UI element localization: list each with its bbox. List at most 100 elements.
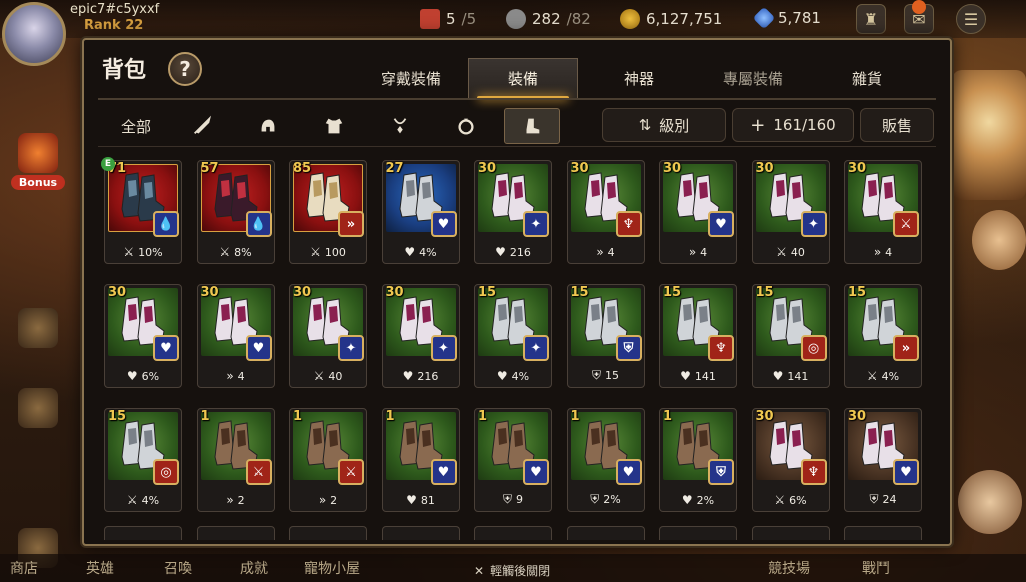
item-slot-partial[interactable] bbox=[659, 526, 737, 540]
main-stat: ♥ 141 bbox=[753, 369, 829, 383]
expand-capacity-button[interactable]: + 161/160 bbox=[732, 108, 854, 142]
player-rank: Rank 22 bbox=[84, 18, 144, 33]
nav-heroes[interactable]: 英雄 bbox=[86, 558, 114, 578]
hero-portrait-bottom-right[interactable] bbox=[958, 470, 1022, 534]
item-slot[interactable]: 30 ♆ ⚔ 6% bbox=[751, 408, 830, 512]
main-stat: ⛨ 2% bbox=[568, 492, 644, 507]
item-slot[interactable]: 30 ✦ ♥ 216 bbox=[381, 284, 460, 388]
item-level: 30 bbox=[663, 161, 682, 176]
item-slot[interactable]: 1 ♥ ♥ 81 bbox=[381, 408, 460, 512]
item-slot-partial[interactable] bbox=[381, 526, 460, 540]
stat-value: 8% bbox=[234, 245, 252, 259]
item-level: 1 bbox=[663, 409, 673, 424]
stat-value: 4% bbox=[419, 245, 437, 259]
item-slot[interactable]: 1 ⚔ » 2 bbox=[289, 408, 367, 512]
main-stat: ♥ 81 bbox=[383, 493, 459, 507]
item-slot[interactable]: 15 ◎ ♥ 141 bbox=[751, 284, 830, 388]
sort-label: 級別 bbox=[659, 116, 690, 135]
boots-icon bbox=[526, 118, 540, 134]
close-hint[interactable]: ✕ 輕觸後關閉 bbox=[474, 562, 550, 579]
nav-summon[interactable]: 召喚 bbox=[164, 558, 192, 578]
item-slot-partial[interactable] bbox=[196, 526, 275, 540]
item-slot-partial[interactable] bbox=[566, 526, 645, 540]
player-avatar[interactable] bbox=[2, 2, 66, 66]
set-icon: ✦ bbox=[523, 211, 549, 237]
main-stat: ♥ 216 bbox=[475, 245, 551, 259]
resource-skystone[interactable]: 5,781 bbox=[752, 6, 821, 30]
filter-weapon[interactable] bbox=[174, 108, 230, 144]
stat-value: 4 bbox=[700, 245, 708, 259]
item-slot[interactable]: 1 ♥ ⛨ 2% bbox=[566, 408, 645, 512]
item-slot[interactable]: 15 ✦ ♥ 4% bbox=[474, 284, 552, 388]
filter-armor[interactable] bbox=[306, 108, 362, 144]
stat-icon: ♥ bbox=[404, 245, 416, 259]
tab-misc[interactable]: 雜貨 bbox=[812, 58, 922, 98]
item-slot[interactable]: 15 ⛨ ⛨ 15 bbox=[566, 284, 645, 388]
item-slot-partial[interactable] bbox=[289, 526, 367, 540]
item-slot[interactable]: 71 E 💧 ⚔ 10% bbox=[101, 157, 182, 264]
item-slot[interactable]: 1 ♥ ⛨ 9 bbox=[474, 408, 552, 512]
stat-value: 2% bbox=[603, 493, 621, 506]
item-slot[interactable]: 15 ♆ ♥ 141 bbox=[659, 284, 737, 388]
help-button[interactable]: ? bbox=[168, 52, 202, 86]
nav-arena[interactable]: 競技場 bbox=[768, 558, 810, 578]
coin-icon bbox=[620, 9, 640, 29]
nav-achievements[interactable]: 成就 bbox=[240, 558, 268, 578]
filter-all[interactable]: 全部 bbox=[108, 108, 164, 144]
item-slot[interactable]: 30 ♥ » 4 bbox=[659, 160, 737, 264]
stat-value: 6% bbox=[789, 493, 807, 507]
item-slot[interactable]: 30 ✦ ⚔ 40 bbox=[751, 160, 830, 264]
sort-button[interactable]: ⇅ 級別 bbox=[602, 108, 726, 142]
nav-shop[interactable]: 商店 bbox=[10, 558, 38, 578]
tab-equipped[interactable]: 穿戴裝備 bbox=[356, 58, 466, 98]
side-event-2[interactable] bbox=[4, 370, 72, 430]
guild-icon[interactable]: ♜ bbox=[856, 4, 886, 34]
item-slot[interactable]: 30 ♥ » 4 bbox=[196, 284, 275, 388]
item-slot-partial[interactable] bbox=[751, 526, 830, 540]
filter-ring[interactable] bbox=[438, 108, 494, 144]
item-slot[interactable]: 30 ♆ » 4 bbox=[566, 160, 645, 264]
resource-gold[interactable]: 6,127,751 bbox=[620, 9, 722, 29]
nav-pet-house[interactable]: 寵物小屋 bbox=[304, 558, 360, 578]
nav-battle[interactable]: 戰鬥 bbox=[862, 558, 890, 578]
item-slot[interactable]: 57 💧 ⚔ 8% bbox=[196, 160, 275, 264]
item-slot[interactable]: 15 » ⚔ 4% bbox=[844, 284, 922, 388]
item-slot[interactable]: 15 ◎ ⚔ 4% bbox=[104, 408, 182, 512]
item-slot[interactable]: 30 ✦ ⚔ 40 bbox=[289, 284, 367, 388]
sell-button[interactable]: 販售 bbox=[860, 108, 934, 142]
resource-stamina[interactable]: 5/5 bbox=[420, 9, 476, 29]
item-slot[interactable]: 1 ⚔ » 2 bbox=[196, 408, 275, 512]
resource-tickets[interactable]: 282/82 bbox=[506, 9, 591, 29]
item-slot[interactable]: 30 ⚔ » 4 bbox=[844, 160, 922, 264]
chat-icon[interactable]: ☰ bbox=[956, 4, 986, 34]
item-slot[interactable]: 1 ⛨ ♥ 2% bbox=[659, 408, 737, 512]
filter-necklace[interactable] bbox=[372, 108, 428, 144]
item-slot-partial[interactable] bbox=[104, 526, 182, 540]
item-slot-partial[interactable] bbox=[474, 526, 552, 540]
main-stat: ⛨ 15 bbox=[568, 368, 644, 383]
filter-helmet[interactable] bbox=[240, 108, 296, 144]
side-event-1[interactable] bbox=[4, 290, 72, 350]
item-slot[interactable]: 30 ♥ ⛨ 24 bbox=[844, 408, 922, 512]
item-level: 57 bbox=[200, 161, 219, 176]
tab-equipment[interactable]: 裝備 bbox=[468, 58, 578, 100]
item-slot[interactable]: 30 ♥ ♥ 6% bbox=[104, 284, 182, 388]
main-stat: ⚔ 6% bbox=[753, 493, 829, 507]
item-level: 15 bbox=[848, 285, 867, 300]
item-slot[interactable]: 85 » ⚔ 100 bbox=[289, 160, 367, 264]
hero-portrait-right[interactable] bbox=[952, 70, 1026, 200]
hero-portrait-right-small[interactable] bbox=[972, 210, 1026, 270]
tab-artifacts[interactable]: 神器 bbox=[584, 58, 694, 98]
tab-exclusive-equipment[interactable]: 專屬裝備 bbox=[698, 58, 808, 98]
item-slot-partial[interactable] bbox=[844, 526, 922, 540]
main-stat: » 4 bbox=[845, 245, 921, 259]
filter-boots[interactable] bbox=[504, 108, 560, 144]
item-level: 15 bbox=[570, 285, 589, 300]
star-icon bbox=[420, 9, 440, 29]
stat-icon: ⛨ bbox=[591, 368, 601, 382]
item-level: 30 bbox=[755, 161, 774, 176]
side-bonus[interactable]: Bonus bbox=[4, 130, 72, 190]
item-level: 1 bbox=[478, 409, 488, 424]
item-slot[interactable]: 30 ✦ ♥ 216 bbox=[474, 160, 552, 264]
item-slot[interactable]: 27 ♥ ♥ 4% bbox=[381, 160, 460, 264]
